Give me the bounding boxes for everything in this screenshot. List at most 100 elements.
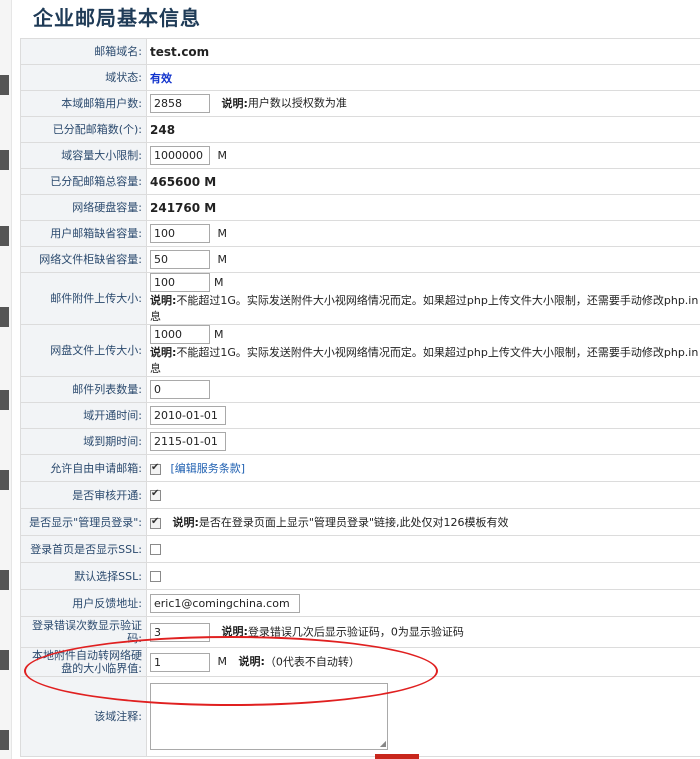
user-count-input[interactable] [150,94,210,113]
strip-marker [0,570,9,590]
label-line: 码: [127,632,142,645]
field-label: 是否显示"管理员登录": [20,508,147,536]
row-domain-capacity: 域容量大小限制: M [20,142,700,169]
left-scroll-strip [0,0,12,759]
unit-label: M [217,148,228,162]
row-attach-size: 邮件附件上传大小: M 说明:不能超过1G。实际发送附件大小视网络情况而定。如果… [20,272,700,325]
auto-transfer-input[interactable] [150,652,210,672]
default-mailbox-input[interactable] [150,224,210,243]
label-line: 登录错误次数显示验证 [32,619,142,632]
disk-upload-size-input[interactable] [150,325,210,344]
strip-marker [0,150,9,170]
row-free-apply: 允许自由申请邮箱: [编辑服务条款] [20,454,700,482]
strip-marker [0,730,9,750]
login-ssl-checkbox[interactable] [150,544,161,555]
note-label: 说明: [150,294,177,307]
basic-info-form: 邮箱域名: test.com 域状态: 有效 本域邮箱用户数: 说明:用户数以授… [20,38,700,757]
domain-comment-textarea[interactable]: ◢ [150,683,388,750]
unit-label: M [217,655,228,668]
field-label: 用户邮箱缺省容量: [20,220,147,247]
list-count-input[interactable] [150,380,210,399]
note-text: （0代表不自动转） [264,655,360,668]
note-text: 登录错误几次后显示验证码，0为显示验证码 [247,625,464,638]
row-default-filecab: 网络文件柜缺省容量: M [20,246,700,273]
row-domain-status: 域状态: 有效 [20,64,700,91]
note-label: 说明: [221,96,248,110]
field-label: 已分配邮箱总容量: [20,168,147,195]
note-tail: 息 [150,310,161,323]
feedback-input[interactable] [150,593,300,613]
row-netdisk-capacity: 网络硬盘容量: 241760 M [20,194,700,221]
strip-marker [0,307,9,327]
note-label: 说明: [150,346,177,359]
field-label: 是否审核开通: [20,481,147,509]
title-bar: 企业邮局基本信息 [20,0,700,38]
field-label: 网盘文件上传大小: [20,324,147,377]
field-label: 网络硬盘容量: [20,194,147,221]
label-line: 盘的大小临界值: [61,662,142,675]
field-label: 域容量大小限制: [20,142,147,169]
strip-marker [0,650,9,670]
field-label: 域开通时间: [20,402,147,429]
note-text: 是否在登录页面上显示"管理员登录"链接,此处仅对126模板有效 [198,516,509,529]
strip-marker [0,75,9,95]
domain-name-value: test.com [150,44,210,59]
open-date-input[interactable] [150,406,226,425]
field-label: 域状态: [20,64,147,91]
row-show-admin-login: 是否显示"管理员登录": 说明:是否在登录页面上显示"管理员登录"链接,此处仅对… [20,508,700,536]
free-apply-checkbox[interactable] [150,462,161,475]
row-allocated-boxes: 已分配邮箱数(个): 248 [20,116,700,143]
row-domain-comment: 该域注释: ◢ [20,676,700,757]
submit-button-edge[interactable] [375,754,419,759]
field-label: 已分配邮箱数(个): [20,116,147,143]
allocated-total-value: 465600 M [150,174,217,189]
row-feedback: 用户反馈地址: [20,589,700,617]
strip-marker [0,470,9,490]
row-auto-transfer: 本地附件自动转网络硬盘的大小临界值: M 说明:（0代表不自动转） [20,647,700,677]
row-disk-upload-size: 网盘文件上传大小: M 说明:不能超过1G。实际发送附件大小视网络情况而定。如果… [20,324,700,377]
field-label: 该域注释: [20,676,147,757]
field-label: 本地附件自动转网络硬 盘的大小临界值: [20,647,147,677]
show-admin-login-checkbox[interactable] [150,516,161,529]
row-default-ssl: 默认选择SSL: [20,562,700,590]
captcha-errors-input[interactable] [150,622,210,642]
row-expire-date: 域到期时间: [20,428,700,455]
field-label: 邮件附件上传大小: [20,272,147,325]
note-label: 说明: [238,655,265,668]
field-label: 登录错误次数显示验证 码: [20,616,147,648]
field-label: 邮箱域名: [20,38,147,65]
expire-date-input[interactable] [150,432,226,451]
row-captcha-errors: 登录错误次数显示验证码: 说明:登录错误几次后显示验证码，0为显示验证码 [20,616,700,648]
note-label: 说明: [172,516,199,529]
row-allocated-total: 已分配邮箱总容量: 465600 M [20,168,700,195]
attach-size-input[interactable] [150,273,210,292]
unit-label: M [217,226,228,240]
unit-label: M [214,327,224,341]
resize-handle-icon[interactable]: ◢ [380,739,386,748]
row-domain-name: 邮箱域名: test.com [20,38,700,65]
netdisk-capacity-value: 241760 M [150,200,217,215]
row-login-ssl: 登录首页是否显示SSL: [20,535,700,563]
field-label: 登录首页是否显示SSL: [20,535,147,563]
label-line: 本地附件自动转网络硬 [32,649,142,662]
default-filecab-input[interactable] [150,250,210,269]
field-label: 本域邮箱用户数: [20,90,147,117]
unit-label: M [217,252,228,266]
field-label: 用户反馈地址: [20,589,147,617]
row-open-date: 域开通时间: [20,402,700,429]
field-label: 允许自由申请邮箱: [20,454,147,482]
row-user-count: 本域邮箱用户数: 说明:用户数以授权数为准 [20,90,700,117]
page-title: 企业邮局基本信息 [33,6,201,30]
edit-terms-link[interactable]: [编辑服务条款] [171,462,246,475]
strip-marker [0,390,9,410]
row-list-count: 邮件列表数量: [20,376,700,403]
field-label: 默认选择SSL: [20,562,147,590]
allocated-boxes-value: 248 [150,122,176,137]
note-tail: 息 [150,362,161,375]
unit-label: M [214,275,224,289]
need-review-checkbox[interactable] [150,488,161,501]
note-text: 用户数以授权数为准 [247,96,347,110]
default-ssl-checkbox[interactable] [150,571,161,582]
domain-status-value: 有效 [150,71,172,85]
domain-capacity-input[interactable] [150,146,210,165]
